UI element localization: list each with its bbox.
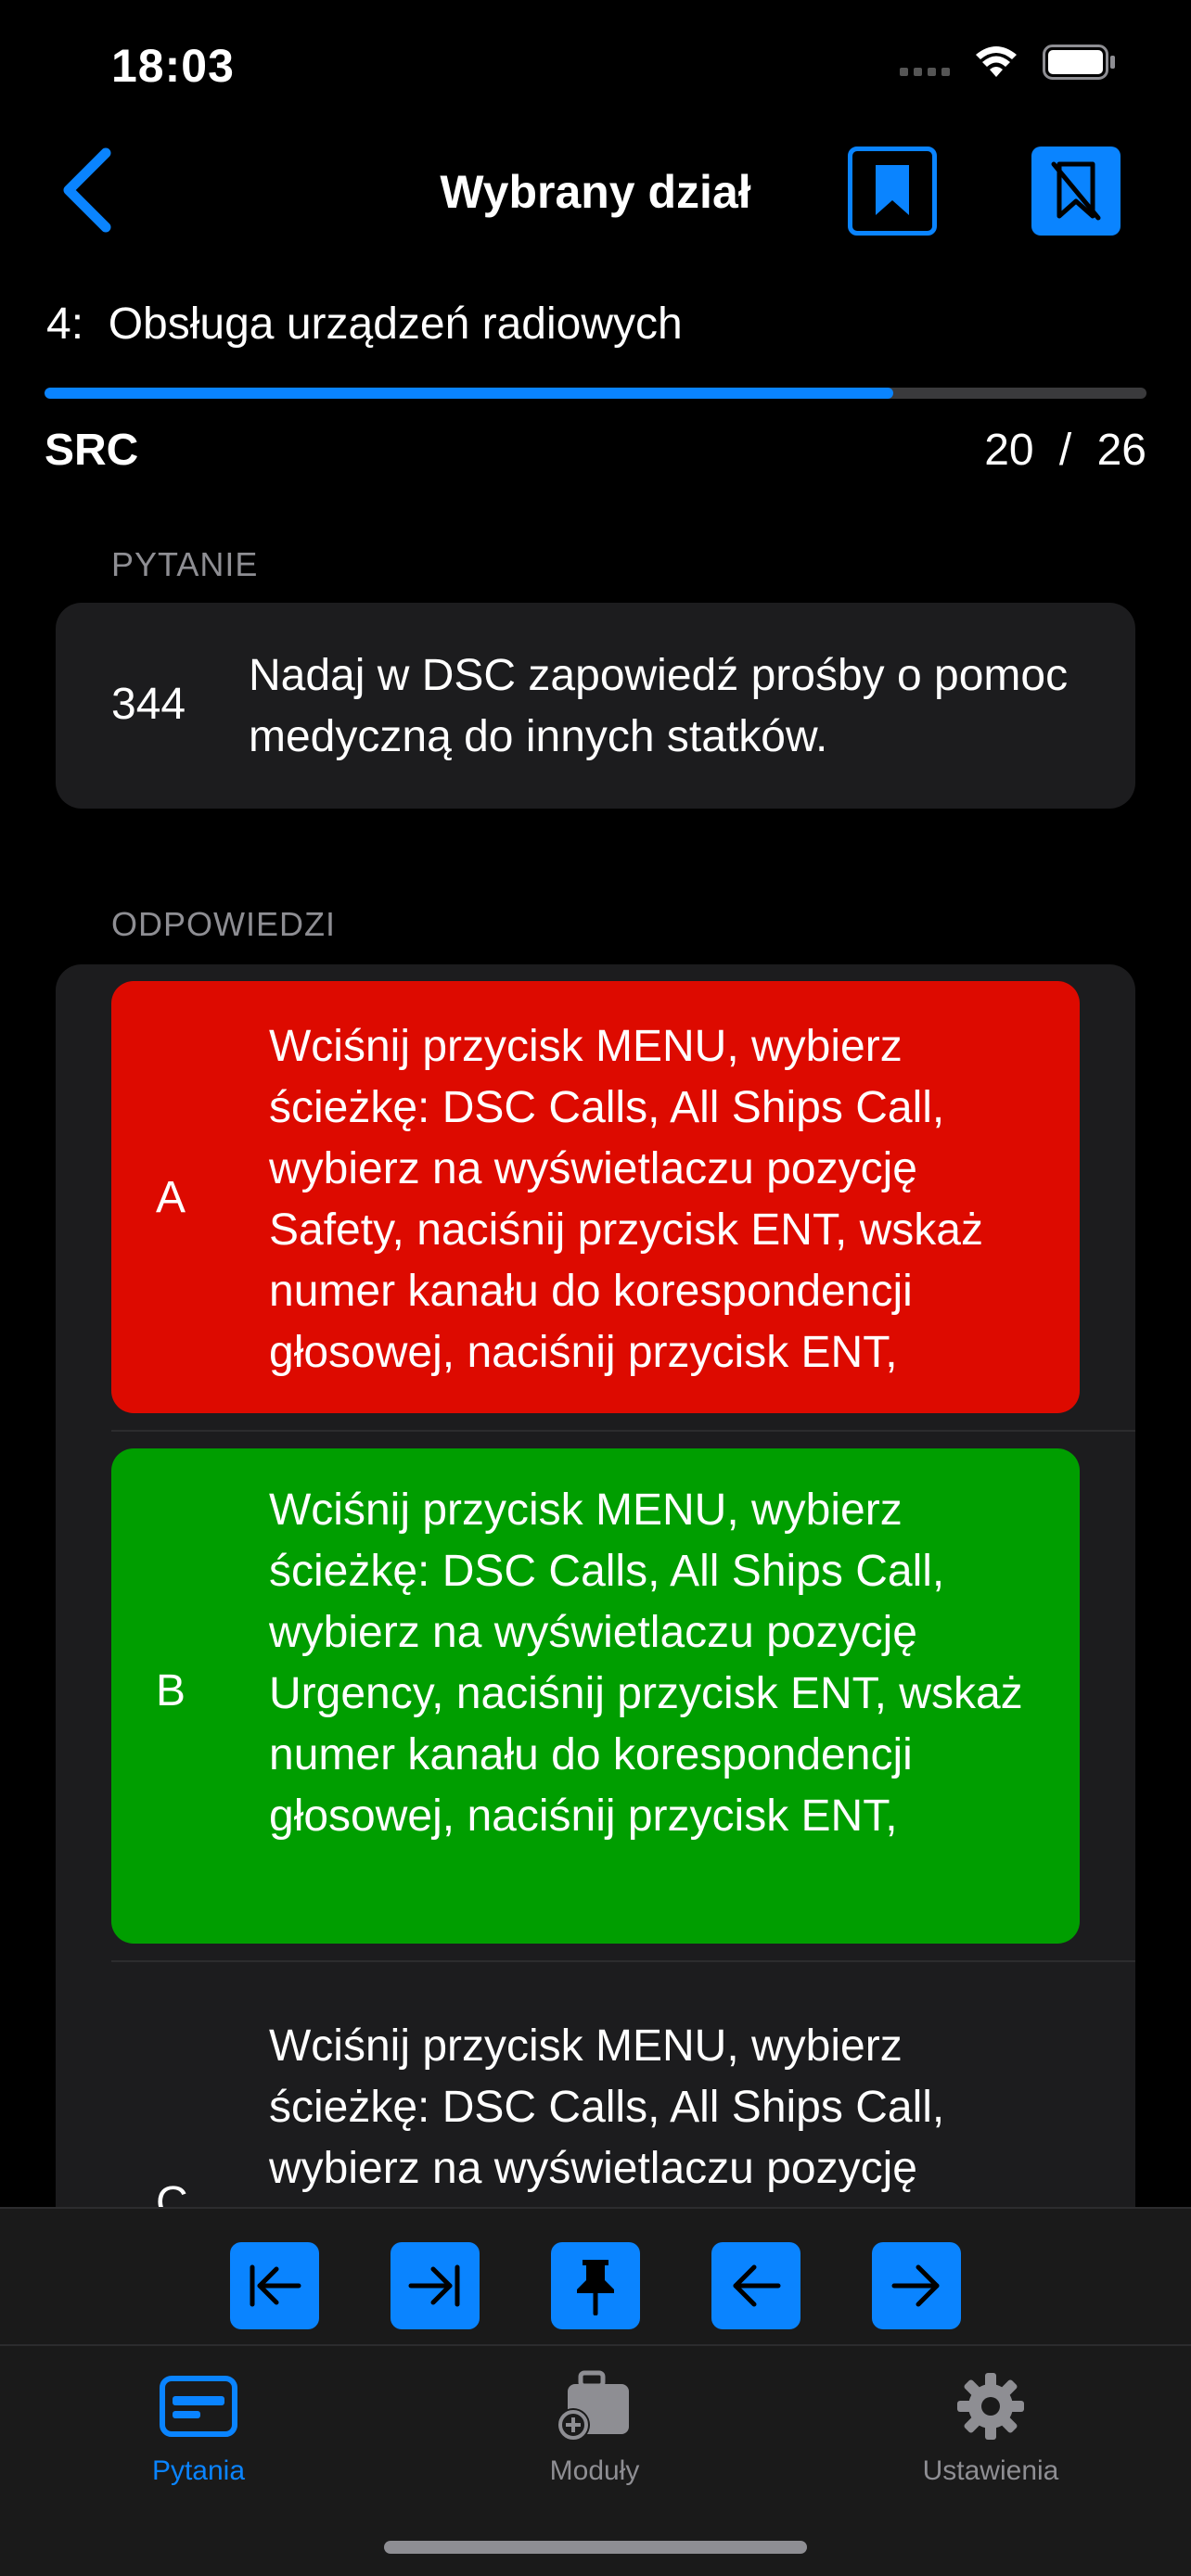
section-number: 4: bbox=[46, 300, 84, 349]
category-label: SRC bbox=[45, 426, 139, 475]
tab-label: Ustawienia bbox=[922, 2455, 1059, 2486]
answer-option-a[interactable]: A Wciśnij przycisk MENU, wybierz ścieżkę… bbox=[111, 981, 1080, 1413]
question-section-label: PYTANIE bbox=[111, 545, 259, 583]
progress-bar bbox=[45, 388, 1146, 399]
home-indicator bbox=[384, 2541, 807, 2554]
screen: 18:03 Wybrany dział 4: Obsługa urządzeń … bbox=[0, 0, 1191, 2576]
question-number: 344 bbox=[111, 680, 186, 729]
previous-question-button[interactable] bbox=[711, 2242, 800, 2329]
last-icon bbox=[408, 2264, 460, 2307]
answer-text: Wciśnij przycisk MENU, wybierz ścieżkę: … bbox=[269, 1486, 1023, 1841]
next-question-button[interactable] bbox=[872, 2242, 961, 2329]
section-name: Obsługa urządzeń radiowych bbox=[108, 300, 683, 349]
last-question-button[interactable] bbox=[391, 2242, 480, 2329]
tab-label: Moduły bbox=[549, 2455, 640, 2486]
answers-list: A Wciśnij przycisk MENU, wybierz ścieżkę… bbox=[56, 964, 1135, 2263]
question-text: Nadaj w DSC zapowiedź prośby o pomoc med… bbox=[249, 651, 1069, 761]
battery-icon bbox=[1043, 45, 1115, 80]
bookmark-slash-icon bbox=[1051, 161, 1101, 221]
question-counter: 20 / 26 bbox=[984, 425, 1146, 476]
card-icon bbox=[160, 2376, 237, 2437]
question-card: 344 Nadaj w DSC zapowiedź prośby o pomoc… bbox=[56, 603, 1135, 809]
status-icons bbox=[900, 45, 1117, 80]
navigation-toolbar bbox=[0, 2207, 1191, 2346]
first-question-button[interactable] bbox=[230, 2242, 319, 2329]
tab-bar: Pytania Moduły Ustawienia bbox=[0, 2344, 1191, 2576]
bookmark-icon bbox=[876, 165, 909, 215]
counter-separator: / bbox=[1058, 426, 1072, 475]
answer-text: Wciśnij przycisk MENU, wybierz ścieżkę: … bbox=[269, 1022, 983, 1377]
answer-letter: B bbox=[156, 1666, 186, 1715]
gear-icon bbox=[957, 2373, 1024, 2440]
next-icon bbox=[891, 2264, 940, 2307]
progress-fill bbox=[45, 388, 893, 399]
answer-letter: A bbox=[156, 1173, 186, 1222]
pin-button[interactable] bbox=[551, 2242, 640, 2329]
nav-title: Wybrany dział bbox=[440, 166, 751, 218]
answer-option-b[interactable]: B Wciśnij przycisk MENU, wybierz ścieżkę… bbox=[111, 1448, 1080, 1944]
answer-text: Wciśnij przycisk MENU, wybierz ścieżkę: … bbox=[269, 2021, 945, 2193]
remove-bookmark-button[interactable] bbox=[1031, 147, 1121, 236]
bookmark-button[interactable] bbox=[848, 147, 937, 236]
tab-moduly[interactable]: Moduły bbox=[474, 2365, 715, 2487]
counter-current: 20 bbox=[984, 426, 1034, 475]
answers-section-label: ODPOWIEDZI bbox=[111, 905, 336, 943]
divider bbox=[111, 1960, 1135, 1962]
section-title: 4: Obsługa urządzeń radiowych bbox=[46, 299, 683, 350]
wifi-icon bbox=[976, 46, 1017, 77]
first-icon bbox=[250, 2264, 301, 2307]
cellular-signal-icon bbox=[900, 48, 950, 76]
tab-label: Pytania bbox=[151, 2455, 246, 2486]
previous-icon bbox=[733, 2264, 781, 2307]
tab-ustawienia[interactable]: Ustawienia bbox=[870, 2365, 1111, 2487]
divider bbox=[111, 1430, 1135, 1432]
briefcase-add-icon bbox=[557, 2370, 629, 2442]
status-time: 18:03 bbox=[111, 40, 235, 92]
pin-icon bbox=[577, 2260, 614, 2315]
counter-total: 26 bbox=[1096, 426, 1146, 475]
tab-pytania[interactable]: Pytania bbox=[78, 2365, 319, 2487]
